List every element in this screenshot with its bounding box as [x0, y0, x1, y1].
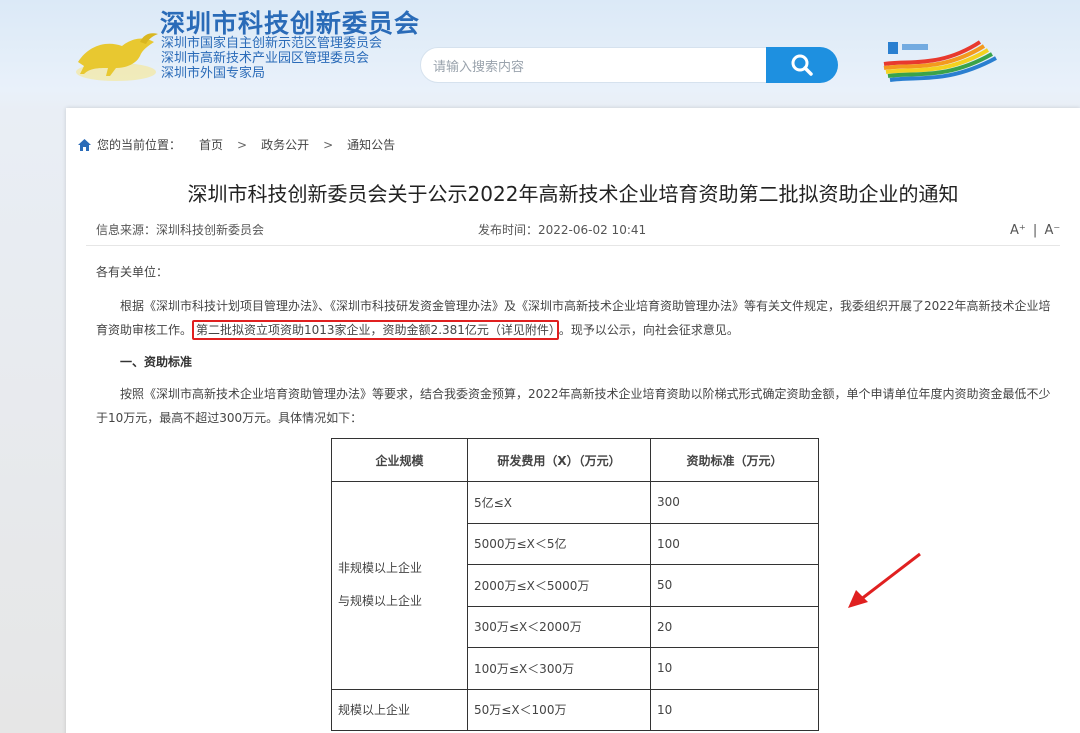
font-increase-button[interactable]: A⁺: [1010, 223, 1026, 238]
font-size-control: A⁺ | A⁻: [1010, 223, 1060, 238]
table-cell: 5亿≤X: [467, 481, 651, 524]
table-header-row: 企业规模 研发费用（X）（万元） 资助标准（万元）: [331, 438, 819, 482]
home-icon: [78, 138, 91, 151]
paragraph-1: 根据《深圳市科技计划项目管理办法》、《深圳市科技研发资金管理办法》及《深圳市高新…: [96, 294, 1056, 342]
table-cell: 100万≤X＜300万: [467, 647, 651, 690]
divider: [86, 245, 1060, 246]
breadcrumb-prefix: 您的当前位置：: [97, 138, 182, 152]
table-cell: 100: [650, 522, 819, 565]
breadcrumb-separator: >: [323, 137, 334, 152]
funding-criteria-table: 企业规模 研发费用（X）（万元） 资助标准（万元） 非规模以上企业 与规模以上企…: [331, 438, 819, 731]
search-input[interactable]: 请输入搜索内容: [420, 47, 770, 83]
content-panel: 您的当前位置： 首页 > 政务公开 > 通知公告 深圳市科技创新委员会关于公示2…: [66, 108, 1080, 733]
section-heading-funding-standard: 一、资助标准: [120, 355, 193, 369]
table-cell: 2000万≤X＜5000万: [467, 564, 651, 607]
sub-org-1: 深圳市国家自主创新示范区管理委员会: [161, 36, 383, 51]
paragraph-1-end: 。现予以公示，向社会征求意见。: [558, 323, 739, 337]
table-cell: 300万≤X＜2000万: [467, 605, 651, 648]
table-cell: 10: [650, 647, 819, 690]
table-cell: 300: [650, 481, 819, 524]
group-label-line-1: 非规模以上企业: [338, 561, 423, 576]
red-arrow-annotation-icon: [848, 552, 921, 608]
sub-org-2: 深圳市高新技术产业园区管理委员会: [161, 51, 370, 66]
search-button[interactable]: [766, 47, 838, 83]
breadcrumb: 您的当前位置： 首页 > 政务公开 > 通知公告: [78, 136, 403, 153]
breadcrumb-home[interactable]: 首页: [199, 136, 223, 153]
paragraph-2: 按照《深圳市高新技术企业培育资助管理办法》等要求，结合我委资金预算，2022年高…: [96, 387, 1051, 425]
table-cell-group-label: 非规模以上企业 与规模以上企业: [331, 481, 468, 690]
table-cell: 5000万≤X＜5亿: [467, 522, 651, 565]
table-header: 企业规模: [331, 438, 468, 482]
breadcrumb-notices[interactable]: 通知公告: [347, 136, 395, 153]
table-cell: 10: [650, 688, 819, 731]
search-icon: [791, 54, 813, 76]
font-size-divider: |: [1032, 223, 1038, 238]
shenzhen-rainbow-logo-icon: [883, 40, 997, 82]
article-title: 深圳市科技创新委员会关于公示2022年高新技术企业培育资助第二批拟资助企业的通知: [187, 182, 959, 206]
sub-org-3: 深圳市外国专家局: [161, 66, 266, 81]
table-header: 资助标准（万元）: [650, 438, 819, 482]
table-cell: 50万≤X＜100万: [467, 688, 651, 731]
highlighted-funding-summary: 第二批拟资立项资助1013家企业，资助金额2.381亿元（详见附件）: [192, 320, 559, 340]
info-source: 信息来源：深圳科技创新委员会: [96, 223, 265, 237]
breadcrumb-government-affairs[interactable]: 政务公开: [261, 136, 309, 153]
table-header: 研发费用（X）（万元）: [467, 438, 651, 482]
group-label-line-2: 与规模以上企业: [338, 594, 423, 609]
bull-logo-icon[interactable]: [70, 28, 162, 84]
table-row: 非规模以上企业 与规模以上企业 5亿≤X 300: [331, 481, 819, 690]
breadcrumb-separator: >: [237, 137, 248, 152]
greeting: 各有关单位：: [96, 265, 169, 279]
table-cell-group-label: 规模以上企业: [331, 688, 468, 731]
font-decrease-button[interactable]: A⁻: [1044, 223, 1060, 238]
publish-time: 发布时间：2022-06-02 10:41: [478, 223, 647, 237]
table-row: 规模以上企业 50万≤X＜100万 10: [331, 688, 819, 731]
table-cell: 20: [650, 605, 819, 648]
site-header: 深圳市科技创新委员会 深圳市国家自主创新示范区管理委员会 深圳市高新技术产业园区…: [0, 0, 1080, 105]
table-cell: 50: [650, 564, 819, 607]
org-title[interactable]: 深圳市科技创新委员会: [160, 4, 420, 40]
